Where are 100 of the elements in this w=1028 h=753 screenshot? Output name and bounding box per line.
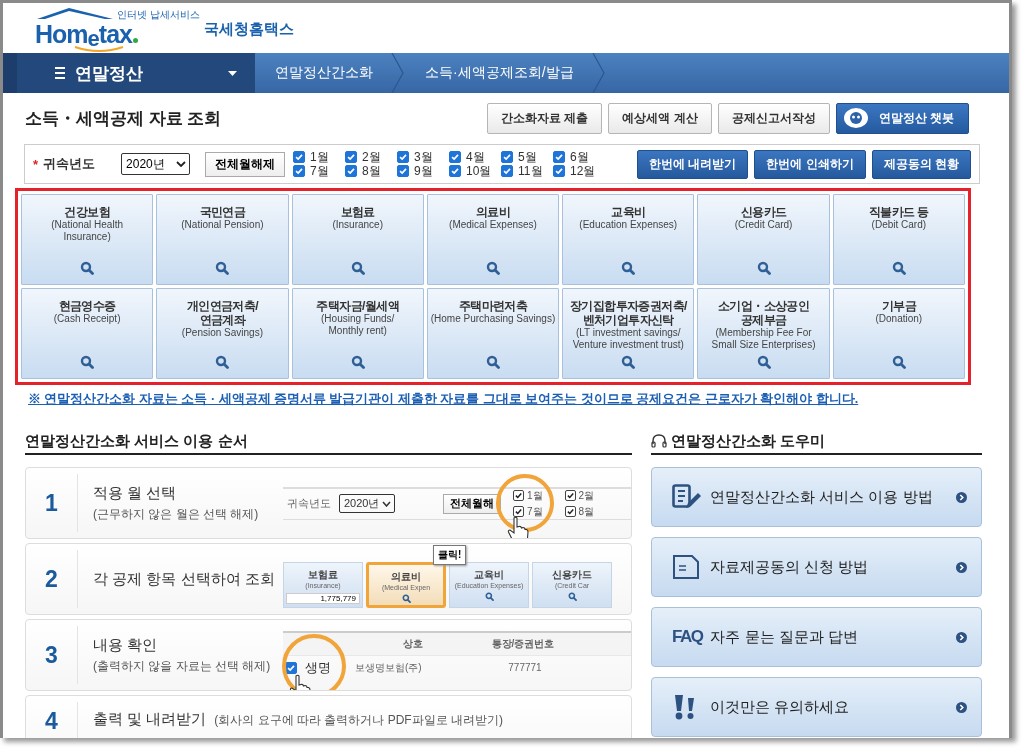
checkbox[interactable] <box>293 165 306 177</box>
category-tile[interactable]: 주택마련저축 (Home Purchasing Savings) <box>426 288 560 379</box>
category-tile[interactable]: 보험료 (Insurance) <box>291 194 424 285</box>
month-label: 2월 <box>362 148 381 166</box>
menu-selector[interactable]: 연말정산 <box>3 53 255 93</box>
search-icon <box>486 355 500 369</box>
search-icon <box>756 355 771 369</box>
category-tile[interactable]: 현금영수증 (Cash Receipt) <box>21 288 154 379</box>
category-tile[interactable]: 국민연금 (National Pension) <box>156 194 289 285</box>
breadcrumb-link[interactable]: 소득·세액공제조회/발급 <box>405 53 606 93</box>
search-icon <box>350 261 365 275</box>
logo-dot-icon <box>132 38 138 43</box>
month-label: 1월 <box>310 148 329 166</box>
checkbox[interactable] <box>501 151 514 163</box>
checkbox[interactable] <box>553 151 566 163</box>
checkbox[interactable] <box>397 151 410 163</box>
category-tile[interactable]: 기부금 (Donation) <box>832 288 965 379</box>
menu-icon <box>55 67 65 79</box>
magnified-text: 생명 <box>305 658 332 677</box>
checkbox[interactable] <box>513 490 524 501</box>
checkbox[interactable] <box>397 165 410 177</box>
checkbox[interactable] <box>513 506 524 517</box>
month-label: 2월 <box>578 488 595 503</box>
logo-wordmark: Hom$_{e}$tax <box>35 22 132 46</box>
checkbox[interactable] <box>449 165 462 177</box>
month-label: 9월 <box>414 163 433 180</box>
search-icon <box>401 594 411 603</box>
category-tile[interactable]: 주택자금/월세액 (Housing Funds/ Monthly rent) <box>291 288 424 379</box>
action-button[interactable]: 한번에 인쇄하기 <box>754 149 866 179</box>
step-subtitle: (근무하지 않은 월은 선택 해제) <box>93 505 260 523</box>
search-icon <box>350 355 365 369</box>
category-tile[interactable]: 의료비 (Medical Expenses) <box>426 194 560 285</box>
step-title: 적용 월 선택 <box>93 483 178 503</box>
chevron-icon <box>956 701 967 713</box>
checkbox[interactable] <box>564 506 576 517</box>
robot-icon <box>842 107 869 129</box>
helper-link[interactable]: FAQ 자주 묻는 질문과 답변 <box>651 607 982 667</box>
document-pen-icon <box>672 484 702 510</box>
chevron-separator-icon <box>591 53 606 93</box>
helper-link[interactable]: 연말정산간소화 서비스 이용 방법 <box>651 467 982 527</box>
checkbox[interactable] <box>293 151 306 163</box>
checkbox[interactable] <box>553 165 566 177</box>
month-label: 10월 <box>466 163 492 180</box>
category-tile[interactable]: 소기업・소상공인 공제부금 (Membership Fee For Small Size Enterprises) <box>697 288 830 379</box>
helper-link[interactable]: 이것만은 유의하세요 <box>651 677 982 737</box>
step-number: 4 <box>26 702 78 738</box>
column-header: 상호 <box>402 636 424 651</box>
search-icon <box>215 261 230 275</box>
step-number: 2 <box>26 550 78 608</box>
step-number: 3 <box>26 626 78 684</box>
chevron-separator-icon <box>391 53 405 93</box>
checkbox[interactable] <box>501 165 514 177</box>
month-label: 5월 <box>518 148 537 166</box>
header-button[interactable]: 예상세액 계산 <box>608 102 712 134</box>
year-select[interactable]: 2020년 <box>121 153 191 175</box>
step-number: 1 <box>26 474 78 532</box>
category-tile[interactable]: 장기집합투자증권저축/ 벤처기업투자신탁 (LT investment savings/ Venture investment trust) <box>562 288 695 379</box>
search-icon <box>484 592 494 601</box>
category-tile[interactable]: 건강보험 (National Health Insurance) <box>21 194 154 285</box>
breadcrumb-link[interactable]: 연말정산간소화 <box>255 53 405 93</box>
clear-months-button[interactable]: 전체월해 <box>443 493 501 514</box>
action-button[interactable]: 한번에 내려받기 <box>636 149 749 179</box>
month-label: 6월 <box>570 148 589 166</box>
year-select[interactable]: 2020년 <box>339 494 395 513</box>
search-icon <box>891 355 906 369</box>
search-icon <box>567 592 577 601</box>
helper-link[interactable]: 자료제공동의 신청 방법 <box>651 537 982 597</box>
year-label: 귀속년도 <box>43 155 97 173</box>
logo-tagline: 인터넷 납세서비스 <box>117 10 200 20</box>
chevron-icon <box>956 561 967 573</box>
header-button[interactable]: 공제신고서작성 <box>717 102 830 134</box>
smile-swoosh-icon <box>73 46 125 52</box>
notice-link[interactable]: ※ 연말정산간소화 자료는 소득 · 세액공제 증명서류 발급기관이 제출한 자료를 그대로 보여주는 것이므로 공제요건은 근로자가 확인해야 합니다. <box>28 391 1009 408</box>
clear-months-button[interactable]: 전체월해제 <box>205 151 286 177</box>
caret-icon <box>228 70 237 76</box>
month-label: 1월 <box>527 488 543 503</box>
action-button[interactable]: 제공동의 현황 <box>871 149 971 179</box>
checkbox[interactable] <box>564 490 576 501</box>
category-tile[interactable]: 직불카드 등 (Debit Card) <box>832 194 965 285</box>
header-button[interactable]: 간소화자료 제출 <box>486 102 603 134</box>
category-tile[interactable]: 신용카드 (Credit Card) <box>697 194 830 285</box>
checkbox[interactable] <box>345 165 358 177</box>
column-header: 통장/증권번호 <box>490 636 556 651</box>
faq-label: FAQ <box>672 627 703 647</box>
checkbox[interactable] <box>345 151 358 163</box>
category-tile[interactable]: 교육비 (Education Expenses) <box>562 194 695 285</box>
section-title: 연말정산간소화 도우미 <box>671 431 826 451</box>
section-title: 연말정산간소화 서비스 이용 순서 <box>25 429 632 455</box>
month-label: 8월 <box>578 504 595 519</box>
click-tooltip: 클릭! <box>433 545 467 565</box>
month-label: 7월 <box>527 504 543 519</box>
category-tile[interactable]: 개인연금저축/ 연금계좌 (Pension Savings) <box>156 288 289 379</box>
step-subtitle: (회사의 요구에 따라 출력하거나 PDF파일로 내려받기) <box>214 712 503 729</box>
table-cell-text: 보생명보험(주) <box>355 660 423 675</box>
page-title: 소득・세액공제 자료 조회 <box>25 107 222 130</box>
table-cell-text: 777771 <box>507 662 543 673</box>
checkbox[interactable] <box>449 151 462 163</box>
chatbot-button[interactable]: 연말정산 챗봇 <box>835 102 969 134</box>
search-icon <box>80 261 95 275</box>
required-mark: * <box>33 156 39 172</box>
